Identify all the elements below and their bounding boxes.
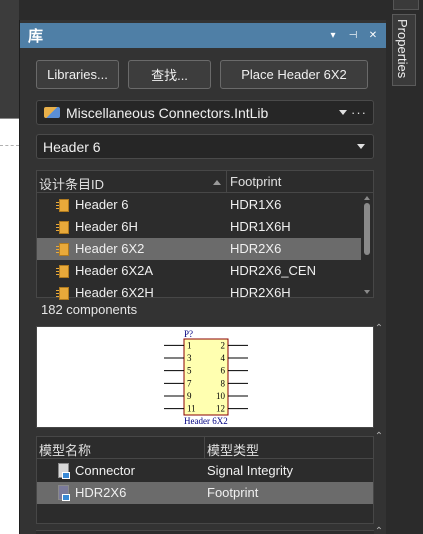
model-type: Signal Integrity bbox=[207, 463, 293, 478]
pin-number: 5 bbox=[187, 366, 192, 376]
chevron-down-icon[interactable] bbox=[357, 144, 365, 149]
pin-number: 3 bbox=[187, 353, 192, 363]
component-name: Header 6X2A bbox=[75, 263, 154, 278]
model-row[interactable]: HDR2X6 Footprint bbox=[37, 482, 373, 504]
model-row[interactable]: Connector Signal Integrity bbox=[37, 460, 373, 482]
more-options-icon[interactable]: ··· bbox=[351, 105, 367, 120]
column-header-design-id[interactable]: 设计条目ID bbox=[39, 174, 227, 193]
library-select[interactable]: Miscellaneous Connectors.IntLib ··· bbox=[36, 100, 374, 125]
schematic-symbol: P? Header 6X2 1 3 5 7 9 11 2 4 6 8 10 12 bbox=[164, 329, 248, 426]
search-button[interactable]: 查找... bbox=[128, 60, 211, 89]
model-type: Footprint bbox=[207, 485, 259, 500]
symbol-preview: P? Header 6X2 1 3 5 7 9 11 2 4 6 8 10 12 bbox=[36, 326, 374, 428]
column-divider[interactable] bbox=[226, 171, 227, 193]
panel-title-bar[interactable]: 库 ▾ ⊣ ✕ bbox=[20, 23, 387, 48]
pin-number: 1 bbox=[187, 340, 192, 350]
symbol-comment: Header 6X2 bbox=[184, 416, 228, 426]
pin-number: 9 bbox=[187, 391, 192, 401]
component-footprint: HDR1X6 bbox=[230, 197, 282, 212]
pin-number: 2 bbox=[221, 340, 226, 350]
close-icon[interactable]: ✕ bbox=[367, 30, 379, 41]
libraries-panel: 库 ▾ ⊣ ✕ Libraries... 查找... Place Header … bbox=[19, 20, 387, 534]
schematic-sheet-edge bbox=[0, 118, 19, 534]
library-select-value: Miscellaneous Connectors.IntLib bbox=[66, 104, 269, 121]
components-grid: 设计条目ID Footprint Header 6 HDR1X6 Header 6H… bbox=[36, 170, 374, 300]
properties-tab[interactable]: Properties bbox=[392, 14, 416, 86]
components-scrollbar[interactable] bbox=[361, 193, 373, 297]
check-icon bbox=[62, 472, 70, 479]
component-icon bbox=[56, 265, 69, 278]
pin-number: 7 bbox=[187, 378, 192, 388]
model-name: HDR2X6 bbox=[75, 485, 127, 500]
pin-number: 12 bbox=[216, 404, 225, 414]
component-icon bbox=[56, 199, 69, 212]
component-icon bbox=[56, 221, 69, 234]
component-icon bbox=[56, 243, 69, 256]
components-grid-header: 设计条目ID Footprint bbox=[37, 171, 373, 193]
component-icon bbox=[56, 287, 69, 300]
chevron-down-icon[interactable] bbox=[339, 110, 347, 115]
pin-number: 8 bbox=[221, 378, 226, 388]
properties-tab-label: Properties bbox=[395, 19, 410, 79]
filter-select[interactable]: Header 6 bbox=[36, 134, 374, 159]
collapse-preview-icon[interactable]: ⌃ bbox=[374, 324, 384, 334]
panel-menu-icon[interactable]: ▾ bbox=[327, 30, 339, 41]
scroll-up-icon[interactable] bbox=[364, 196, 370, 200]
component-name: Header 6X2 bbox=[75, 241, 145, 256]
symbol-designator: P? bbox=[184, 329, 193, 339]
models-grid-header: 模型名称 模型类型 bbox=[37, 437, 373, 459]
pin-icon[interactable]: ⊣ bbox=[347, 30, 359, 41]
panel-title: 库 bbox=[28, 28, 44, 45]
pin-number: 11 bbox=[187, 404, 196, 414]
component-name: Header 6X2H bbox=[75, 285, 154, 300]
next-section-edge bbox=[36, 530, 374, 534]
scroll-down-icon[interactable] bbox=[364, 290, 370, 294]
component-name: Header 6H bbox=[75, 219, 138, 234]
check-icon bbox=[62, 494, 70, 501]
collapse-next-section-icon[interactable]: ⌃ bbox=[374, 527, 384, 534]
component-footprint: HDR2X6_CEN bbox=[230, 263, 316, 278]
place-component-button[interactable]: Place Header 6X2 bbox=[220, 60, 368, 89]
component-footprint: HDR2X6 bbox=[230, 241, 282, 256]
component-row[interactable]: Header 6H HDR1X6H bbox=[37, 216, 361, 238]
filter-select-value: Header 6 bbox=[43, 138, 101, 155]
library-icon bbox=[44, 107, 60, 118]
component-name: Header 6 bbox=[75, 197, 129, 212]
column-header-model-name[interactable]: 模型名称 bbox=[39, 440, 91, 459]
models-grid: 模型名称 模型类型 Connector Signal Integrity HDR2X… bbox=[36, 436, 374, 524]
model-file-icon bbox=[58, 485, 70, 501]
pin-number: 6 bbox=[221, 366, 226, 376]
component-footprint: HDR1X6H bbox=[230, 219, 291, 234]
component-row[interactable]: Header 6 HDR1X6 bbox=[37, 194, 361, 216]
pin-number: 4 bbox=[221, 353, 226, 363]
sheet-border-line bbox=[0, 145, 19, 146]
pin-number: 10 bbox=[216, 391, 226, 401]
model-file-icon bbox=[58, 463, 70, 479]
component-footprint: HDR2X6H bbox=[230, 285, 291, 300]
collapse-models-icon[interactable]: ⌃ bbox=[374, 432, 384, 442]
scrollbar-thumb[interactable] bbox=[364, 203, 370, 255]
component-row[interactable]: Header 6X2 HDR2X6 bbox=[37, 238, 361, 260]
sliders-icon[interactable] bbox=[393, 0, 419, 10]
title-buttons: ▾ ⊣ ✕ bbox=[327, 30, 379, 41]
component-row[interactable]: Header 6X2H HDR2X6H bbox=[37, 282, 361, 304]
model-name: Connector bbox=[75, 463, 135, 478]
right-sidebar: Properties bbox=[386, 0, 423, 534]
component-row[interactable]: Header 6X2A HDR2X6_CEN bbox=[37, 260, 361, 282]
column-header-model-type[interactable]: 模型类型 bbox=[207, 440, 259, 459]
column-divider[interactable] bbox=[204, 437, 205, 459]
libraries-button[interactable]: Libraries... bbox=[36, 60, 119, 89]
column-header-footprint[interactable]: Footprint bbox=[230, 174, 281, 189]
editor-edge bbox=[0, 0, 19, 534]
component-count: 182 components bbox=[41, 302, 138, 317]
sort-ascending-icon[interactable] bbox=[213, 180, 221, 185]
